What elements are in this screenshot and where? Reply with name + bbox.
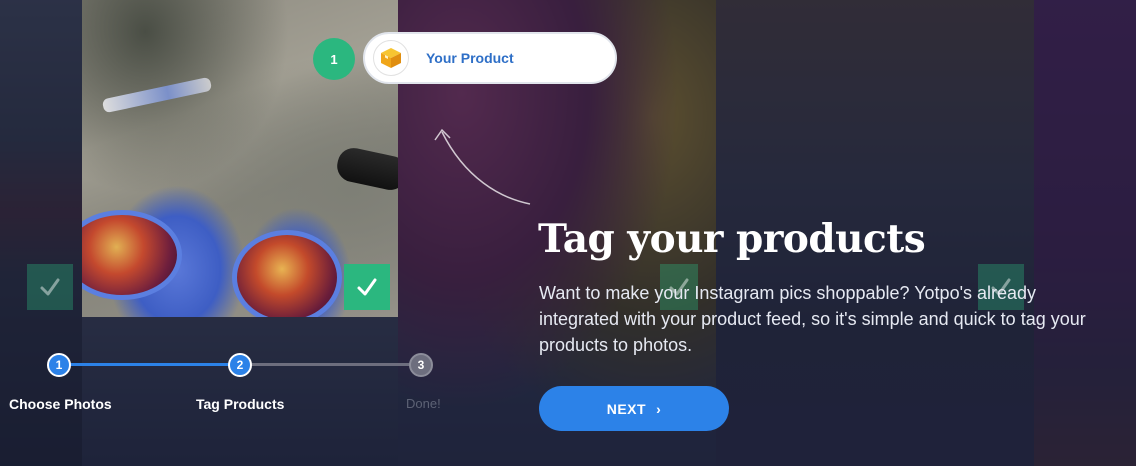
step-3-label[interactable]: Done! bbox=[406, 396, 441, 411]
product-tag-callout[interactable]: Your Product bbox=[363, 32, 617, 84]
description-text: Want to make your Instagram pics shoppab… bbox=[539, 283, 1086, 355]
stepper-remaining-line bbox=[240, 363, 421, 366]
next-button-label: NEXT bbox=[606, 400, 647, 417]
photo-checkbox[interactable] bbox=[27, 264, 73, 310]
selected-photo-checkbox[interactable] bbox=[344, 264, 390, 310]
product-thumbnail bbox=[373, 40, 409, 76]
step-3-indicator[interactable]: 3 bbox=[409, 353, 433, 377]
sunglasses-lens-right bbox=[232, 230, 342, 317]
check-icon bbox=[40, 278, 60, 296]
tag-number-badge: 1 bbox=[313, 38, 355, 80]
step-2-indicator[interactable]: 2 bbox=[228, 353, 252, 377]
product-tag-label: Your Product bbox=[426, 50, 514, 66]
chevron-right-icon: › bbox=[656, 400, 662, 417]
car-key-object bbox=[334, 145, 398, 193]
sunglasses-lens-left bbox=[82, 210, 182, 300]
step-1-indicator[interactable]: 1 bbox=[47, 353, 71, 377]
pen-object bbox=[101, 76, 213, 114]
stepper-progress-line bbox=[60, 363, 240, 366]
page-title: Tag your products bbox=[538, 216, 926, 262]
step-2-label[interactable]: Tag Products bbox=[196, 396, 284, 412]
check-icon bbox=[357, 278, 377, 296]
next-button[interactable]: NEXT › bbox=[539, 386, 729, 431]
background-photo-5 bbox=[1034, 0, 1136, 466]
curved-arrow-icon bbox=[434, 128, 531, 205]
box-icon bbox=[381, 48, 401, 68]
step-1-label[interactable]: Choose Photos bbox=[9, 396, 112, 412]
